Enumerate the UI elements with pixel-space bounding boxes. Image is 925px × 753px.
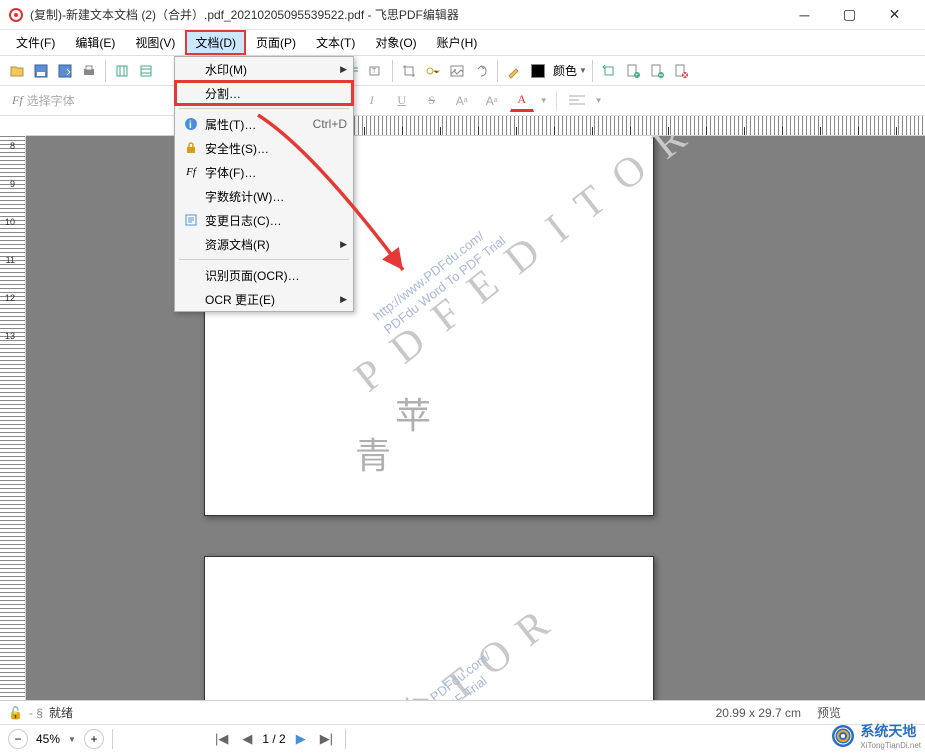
annotate-button[interactable]: T <box>365 60 387 82</box>
strike-button[interactable]: S <box>420 90 444 112</box>
menu-edit[interactable]: 编辑(E) <box>65 30 125 55</box>
svg-text:i: i <box>189 120 192 131</box>
menu-changelog[interactable]: 变更日志(C)… <box>175 208 353 232</box>
titlebar: (复制)-新建文本文档 (2)（合并）.pdf_2021020509553952… <box>0 0 925 30</box>
saveas-button[interactable] <box>54 60 76 82</box>
page-add-button[interactable]: + <box>622 60 644 82</box>
italic-button[interactable]: I <box>360 90 384 112</box>
image-button[interactable] <box>446 60 468 82</box>
menu-view[interactable]: 视图(V) <box>125 30 185 55</box>
first-page-button[interactable]: |◀ <box>211 731 232 747</box>
preview-label[interactable]: 预览 <box>817 704 841 721</box>
font-color-button[interactable]: A <box>510 90 534 112</box>
page-remove-button[interactable] <box>646 60 668 82</box>
lock-icon: 🔓 <box>8 706 23 720</box>
maximize-button[interactable]: ▢ <box>827 1 872 29</box>
menu-split[interactable]: 分割… <box>175 81 353 105</box>
toolbar-format: Ff 选择字体 B I U S Aa Aa A ▼ ▼ <box>0 86 925 116</box>
zoom-in-button[interactable]: + <box>84 729 104 749</box>
menu-text[interactable]: 文本(T) <box>306 30 365 55</box>
brand-watermark: 系统天地 XiTongTianDi.net <box>830 721 921 750</box>
subscript-button[interactable]: Aa <box>480 90 504 112</box>
svg-text:T: T <box>372 68 377 75</box>
pencil-button[interactable] <box>503 60 525 82</box>
menu-ocr-page[interactable]: 识别页面(OCR)… <box>175 263 353 287</box>
open-button[interactable] <box>6 60 28 82</box>
brand-logo-icon <box>830 723 856 749</box>
last-page-button[interactable]: ▶| <box>316 731 337 747</box>
rotate-left-button[interactable] <box>598 60 620 82</box>
crop-button[interactable] <box>398 60 420 82</box>
menu-fonts[interactable]: Ff 字体(F)… <box>175 160 353 184</box>
menu-object[interactable]: 对象(O) <box>365 30 426 55</box>
menu-ocr-fix[interactable]: OCR 更正(E)▶ <box>175 287 353 311</box>
save-button[interactable] <box>30 60 52 82</box>
color-label: 颜色 <box>553 62 577 79</box>
page-delete-button[interactable] <box>670 60 692 82</box>
key-button[interactable] <box>422 60 444 82</box>
print-button[interactable] <box>78 60 100 82</box>
font-selector[interactable]: Ff 选择字体 <box>6 92 81 109</box>
hand-tool-button[interactable] <box>111 60 133 82</box>
ruler-vertical: 8 9 10 11 12 13 <box>0 136 26 716</box>
menu-resources[interactable]: 资源文档(R)▶ <box>175 232 353 256</box>
zoom-level[interactable]: 45% <box>36 732 60 746</box>
window-title: (复制)-新建文本文档 (2)（合并）.pdf_2021020509553952… <box>30 6 782 23</box>
lock-icon <box>181 141 201 155</box>
menu-page[interactable]: 页面(P) <box>246 30 306 55</box>
char-qing: 青 <box>355 427 391 479</box>
superscript-button[interactable]: Aa <box>450 90 474 112</box>
document-menu-dropdown: 水印(M)▶ 分割… i 属性(T)…Ctrl+D 安全性(S)… Ff 字体(… <box>174 56 354 312</box>
info-icon: i <box>181 117 201 131</box>
prev-page-button[interactable]: ◀ <box>238 731 256 747</box>
svg-text:+: + <box>635 73 639 79</box>
page-indicator[interactable]: 1 / 2 <box>262 732 285 746</box>
menu-properties[interactable]: i 属性(T)…Ctrl+D <box>175 112 353 136</box>
workarea: 8 9 10 11 12 13 PDFEDITOR http://www.PDF… <box>0 136 925 716</box>
minimize-button[interactable]: ─ <box>782 1 827 29</box>
menu-document[interactable]: 文档(D) <box>185 30 246 55</box>
shape-button[interactable] <box>470 60 492 82</box>
watermark-big: PDFEDITOR <box>346 136 713 402</box>
changelog-icon <box>181 213 201 227</box>
ruler-horizontal <box>26 116 925 136</box>
next-page-button[interactable]: ▶ <box>292 731 310 747</box>
align-button[interactable] <box>565 90 589 112</box>
underline-button[interactable]: U <box>390 90 414 112</box>
app-icon <box>8 7 24 23</box>
statusbar: 🔓 - § 就绪 20.99 x 29.7 cm 预览 − 45% ▼ + |◀… <box>0 700 925 752</box>
status-ready: 就绪 <box>49 704 73 721</box>
menu-watermark[interactable]: 水印(M)▶ <box>175 57 353 81</box>
menu-file[interactable]: 文件(F) <box>6 30 65 55</box>
menu-security[interactable]: 安全性(S)… <box>175 136 353 160</box>
color-button[interactable] <box>527 60 549 82</box>
menu-wordcount[interactable]: 字数统计(W)… <box>175 184 353 208</box>
font-icon: Ff <box>181 166 201 178</box>
char-ping: 苹 <box>395 387 431 439</box>
menu-account[interactable]: 账户(H) <box>427 30 488 55</box>
toolbar-main: T T 颜色 ▼ + <box>0 56 925 86</box>
close-button[interactable]: ✕ <box>872 1 917 29</box>
menubar: 文件(F) 编辑(E) 视图(V) 文档(D) 页面(P) 文本(T) 对象(O… <box>0 30 925 56</box>
pdf-page-2: TOR PDFdu.com/ PDF Trial 场 <box>204 556 654 716</box>
page-dimensions: 20.99 x 29.7 cm <box>716 706 801 720</box>
select-tool-button[interactable] <box>135 60 157 82</box>
zoom-out-button[interactable]: − <box>8 729 28 749</box>
document-canvas[interactable]: PDFEDITOR http://www.PDFdu.com/ PDFdu Wo… <box>26 136 925 716</box>
